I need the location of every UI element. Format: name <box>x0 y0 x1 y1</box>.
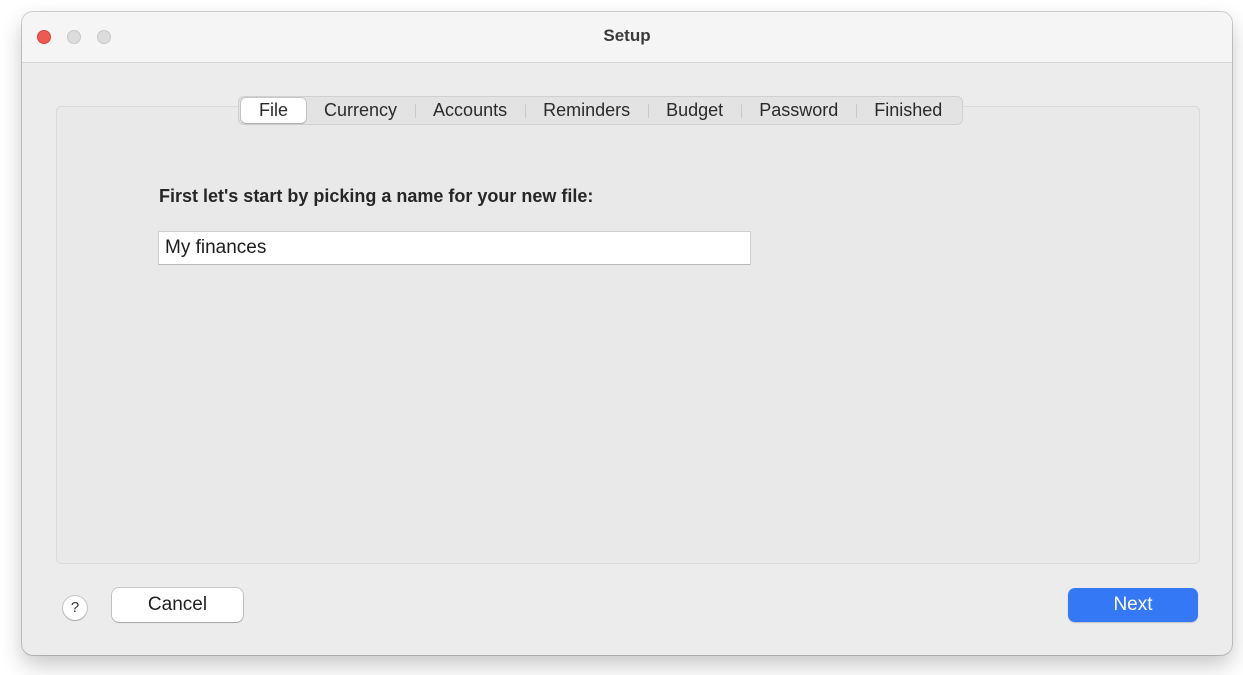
file-name-prompt: First let's start by picking a name for … <box>159 186 594 206</box>
title-bar: Setup <box>22 12 1232 63</box>
question-mark-icon: ? <box>70 599 80 616</box>
cancel-button[interactable]: Cancel <box>112 588 243 622</box>
tab-password[interactable]: Password <box>741 98 856 123</box>
setup-content-panel <box>56 106 1200 564</box>
next-button[interactable]: Next <box>1068 588 1198 622</box>
tab-reminders[interactable]: Reminders <box>525 98 648 123</box>
tab-finished[interactable]: Finished <box>856 98 960 123</box>
setup-window: Setup File Currency Accounts Reminders B… <box>22 12 1232 655</box>
tab-currency[interactable]: Currency <box>306 98 415 123</box>
tab-budget[interactable]: Budget <box>648 98 741 123</box>
file-name-input[interactable] <box>158 231 751 265</box>
setup-tabs: File Currency Accounts Reminders Budget … <box>238 96 964 125</box>
help-button[interactable]: ? <box>63 596 87 620</box>
tab-file[interactable]: File <box>241 98 307 123</box>
window-title: Setup <box>603 26 651 45</box>
tab-accounts[interactable]: Accounts <box>415 98 525 123</box>
